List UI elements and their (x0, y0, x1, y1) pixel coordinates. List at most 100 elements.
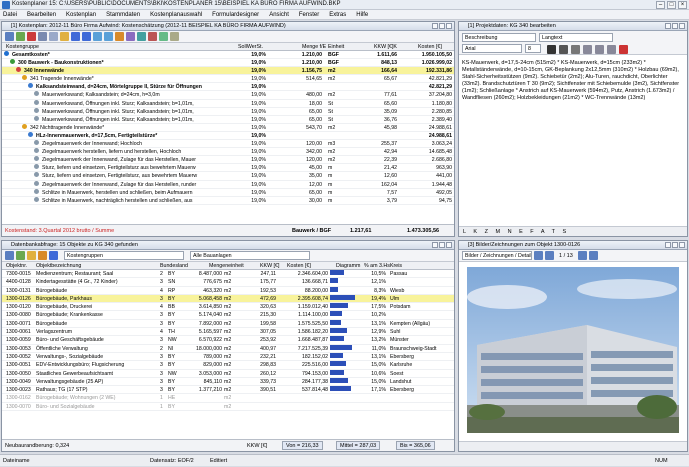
cost-row[interactable]: Mauerwerkswand, Öffnungen inkl. Sturz; K… (2, 107, 454, 116)
col-qty[interactable]: Menge f/E (302, 43, 326, 51)
pane-maximize-icon[interactable] (672, 242, 678, 248)
cut-icon[interactable] (38, 32, 47, 41)
cost-row[interactable]: Kalksandsteinwand, d=24cm, Mörtelgruppe … (2, 83, 454, 92)
print-icon[interactable] (5, 32, 14, 41)
bold-icon[interactable] (547, 45, 556, 54)
chart-icon[interactable] (126, 32, 135, 41)
pane-close-icon[interactable] (446, 23, 452, 29)
size-select[interactable]: 8 (525, 44, 541, 53)
col-objektbezeichnung[interactable]: Objektbezeichnung (36, 262, 81, 270)
delete-icon[interactable] (27, 32, 36, 41)
description-text[interactable]: KS-Mauerwerk, d=17,5-24cm (515m2) * KS-M… (462, 60, 684, 226)
col-kostengruppe[interactable]: Kostengruppe (6, 43, 39, 51)
object-row[interactable]: 1300-0070 Büro- und Sozialgebäude 1 BY m2 (2, 403, 454, 412)
col-mengeneinheit[interactable]: Mengeneinheit (209, 262, 244, 270)
col-cost[interactable]: Kosten [€] (418, 43, 442, 51)
cost-row[interactable]: 342 Nichttragende Innenwände* 19,0% 543,70… (2, 123, 454, 132)
menu-formulardesigner[interactable]: Formulardesigner (212, 10, 259, 19)
cost-row[interactable]: Mauerwerkswand, Öffnungen inkl. Sturz; K… (2, 99, 454, 108)
first-icon[interactable] (534, 251, 543, 260)
folder-icon[interactable] (27, 251, 36, 260)
cost-row[interactable]: Schlitze in Mauerwerk, herstellen und sc… (2, 188, 454, 197)
cost-row[interactable]: 341 Tragende Innenwände* 19,0% 514,65 m2 65,… (2, 75, 454, 84)
arrow-right-icon[interactable] (104, 32, 113, 41)
sort-icon[interactable] (49, 251, 58, 260)
col-kosten[interactable]: Kosten [€] (287, 262, 311, 270)
pane-minimize-icon[interactable] (432, 23, 438, 29)
new-icon[interactable] (16, 32, 25, 41)
next-icon[interactable] (577, 251, 587, 260)
arrow-left-icon[interactable] (93, 32, 102, 41)
filter-icon[interactable] (137, 32, 146, 41)
pane-maximize-icon[interactable] (439, 23, 445, 29)
style-select[interactable]: Beschreibung (462, 33, 536, 42)
copy-icon[interactable] (49, 32, 58, 41)
close-button[interactable]: × (678, 1, 687, 9)
menu-kostenplan[interactable]: Kostenplan (66, 10, 96, 19)
bauanlagen-select[interactable]: Alle Bauanlagen (190, 251, 310, 260)
menu-stammdaten[interactable]: Stammdaten (106, 10, 140, 19)
object-row[interactable]: 1300-0051 EDV-Entwicklungsbüro; Flugsiche… (2, 361, 454, 370)
col-kreis[interactable]: Kreis (390, 262, 402, 270)
underline-icon[interactable] (571, 45, 580, 54)
pane-maximize-icon[interactable] (672, 23, 678, 29)
object-row[interactable]: 1300-0059 Büro- und Geschäftsgebäude 3 NW 6.… (2, 336, 454, 345)
object-row[interactable]: 1300-0023 Rathaus; TG (17 STP) 3 BY 1.377,21… (2, 386, 454, 395)
menu-fenster[interactable]: Fenster (299, 10, 319, 19)
col-objektnr[interactable]: Objektnr. (6, 262, 27, 270)
object-row[interactable]: 7300-0015 Medienzentrum; Restaurant; Saal… (2, 270, 454, 279)
cost-row[interactable]: Sturz, liefern und einsetzen, Fertigteil… (2, 164, 454, 173)
cost-row[interactable]: Mauerwerkswand; Kalksandstein; d=24cm, h… (2, 91, 454, 100)
menu-hilfe[interactable]: Hilfe (356, 10, 368, 19)
pane-close-icon[interactable] (446, 242, 452, 248)
cost-row[interactable]: HLz-Innenmauerwerk, d=17,5cm, Fertigteil… (2, 131, 454, 141)
object-row[interactable]: 1300-0131 Bürogebäude 4 RP 463,320 m2 192,53 88… (2, 286, 454, 295)
pane-minimize-icon[interactable] (665, 242, 671, 248)
cost-row[interactable]: Ziegelmauerwerk der Innenwand; Hochloch 1… (2, 140, 454, 149)
pane-close-icon[interactable] (679, 23, 685, 29)
col-diagramm[interactable]: Diagramm (336, 262, 360, 270)
col-kkw[interactable]: KKW [€]K (374, 43, 397, 51)
object-row[interactable]: 1300-0126 Bürogebäude, Parkhaus 3 BY 5.068,4… (2, 294, 454, 304)
menu-ansicht[interactable]: Ansicht (269, 10, 289, 19)
italic-icon[interactable] (559, 45, 568, 54)
object-row[interactable]: 1300-0071 Bürogebäude 3 BY 7.892,000 m2 199,58… (2, 319, 454, 329)
col-bundesland[interactable]: Bundesland (160, 262, 188, 270)
menu-bearbeiten[interactable]: Bearbeiten (27, 10, 56, 19)
object-row[interactable]: 1300-0061 Verlagszentrum 4 TH 5.165,597 m2 307… (2, 328, 454, 337)
settings-icon[interactable] (170, 32, 179, 41)
cost-row[interactable]: Ziegelmauerwerk herstellen, liefern und … (2, 148, 454, 157)
col-share[interactable]: SollWerSt. (238, 43, 263, 51)
previous-icon[interactable] (545, 251, 554, 260)
object-row[interactable]: 1300-0080 Bürogebäude; Krankenkasse 3 BY 5.1… (2, 311, 454, 320)
check-icon[interactable] (159, 32, 168, 41)
arrow-up-icon[interactable] (71, 32, 80, 41)
pane-minimize-icon[interactable] (432, 242, 438, 248)
menu-extras[interactable]: Extras (329, 10, 346, 19)
print-icon[interactable] (5, 251, 14, 260)
export-icon[interactable] (16, 251, 25, 260)
cost-row[interactable]: Sturz, liefern und einsetzen, Fertigteil… (2, 172, 454, 181)
calculator-icon[interactable] (38, 251, 47, 260)
object-row[interactable]: 1300-0162 Bürogebäude; Wohnungen (2 WE) 1 H… (2, 394, 454, 403)
cost-row[interactable]: Mauerwerkswand, Öffnungen inkl. Sturz; K… (2, 115, 454, 124)
cost-row[interactable]: 300 Bauwerk - Baukonstruktionen* 19,0% 1.2… (2, 59, 454, 68)
text-bottom-bar[interactable]: L K Z M N E F A T S (459, 226, 687, 236)
object-row[interactable]: 1300-0053 Öffentliche Verwaltung 2 NI 18.000… (2, 344, 454, 353)
col-unit[interactable]: Einheit (328, 43, 344, 51)
cost-row[interactable]: Schlitze in Mauerwerk, nachträglich hers… (2, 196, 454, 205)
color-icon[interactable] (619, 45, 628, 54)
col-percent[interactable]: % am 3.Hs (364, 262, 390, 270)
align-right-icon[interactable] (607, 45, 616, 54)
flag-icon[interactable] (148, 32, 157, 41)
font-select[interactable]: Arial (462, 44, 522, 53)
calculator-icon[interactable] (115, 32, 124, 41)
object-row[interactable]: 1300-0120 Bürogebäude, Druckerei 4 BB 3.614,… (2, 303, 454, 312)
pane-minimize-icon[interactable] (665, 23, 671, 29)
cost-row[interactable]: Ziegelmauerwerk der Innenwand, Zulage fü… (2, 180, 454, 189)
object-row[interactable]: 4400-0128 Kindertagesstätte (4 Gr., 72 Ki… (2, 278, 454, 287)
arrow-down-icon[interactable] (82, 32, 91, 41)
align-center-icon[interactable] (595, 45, 604, 54)
maximize-button[interactable]: □ (667, 1, 676, 9)
style2-select[interactable]: Langtext (539, 33, 613, 42)
